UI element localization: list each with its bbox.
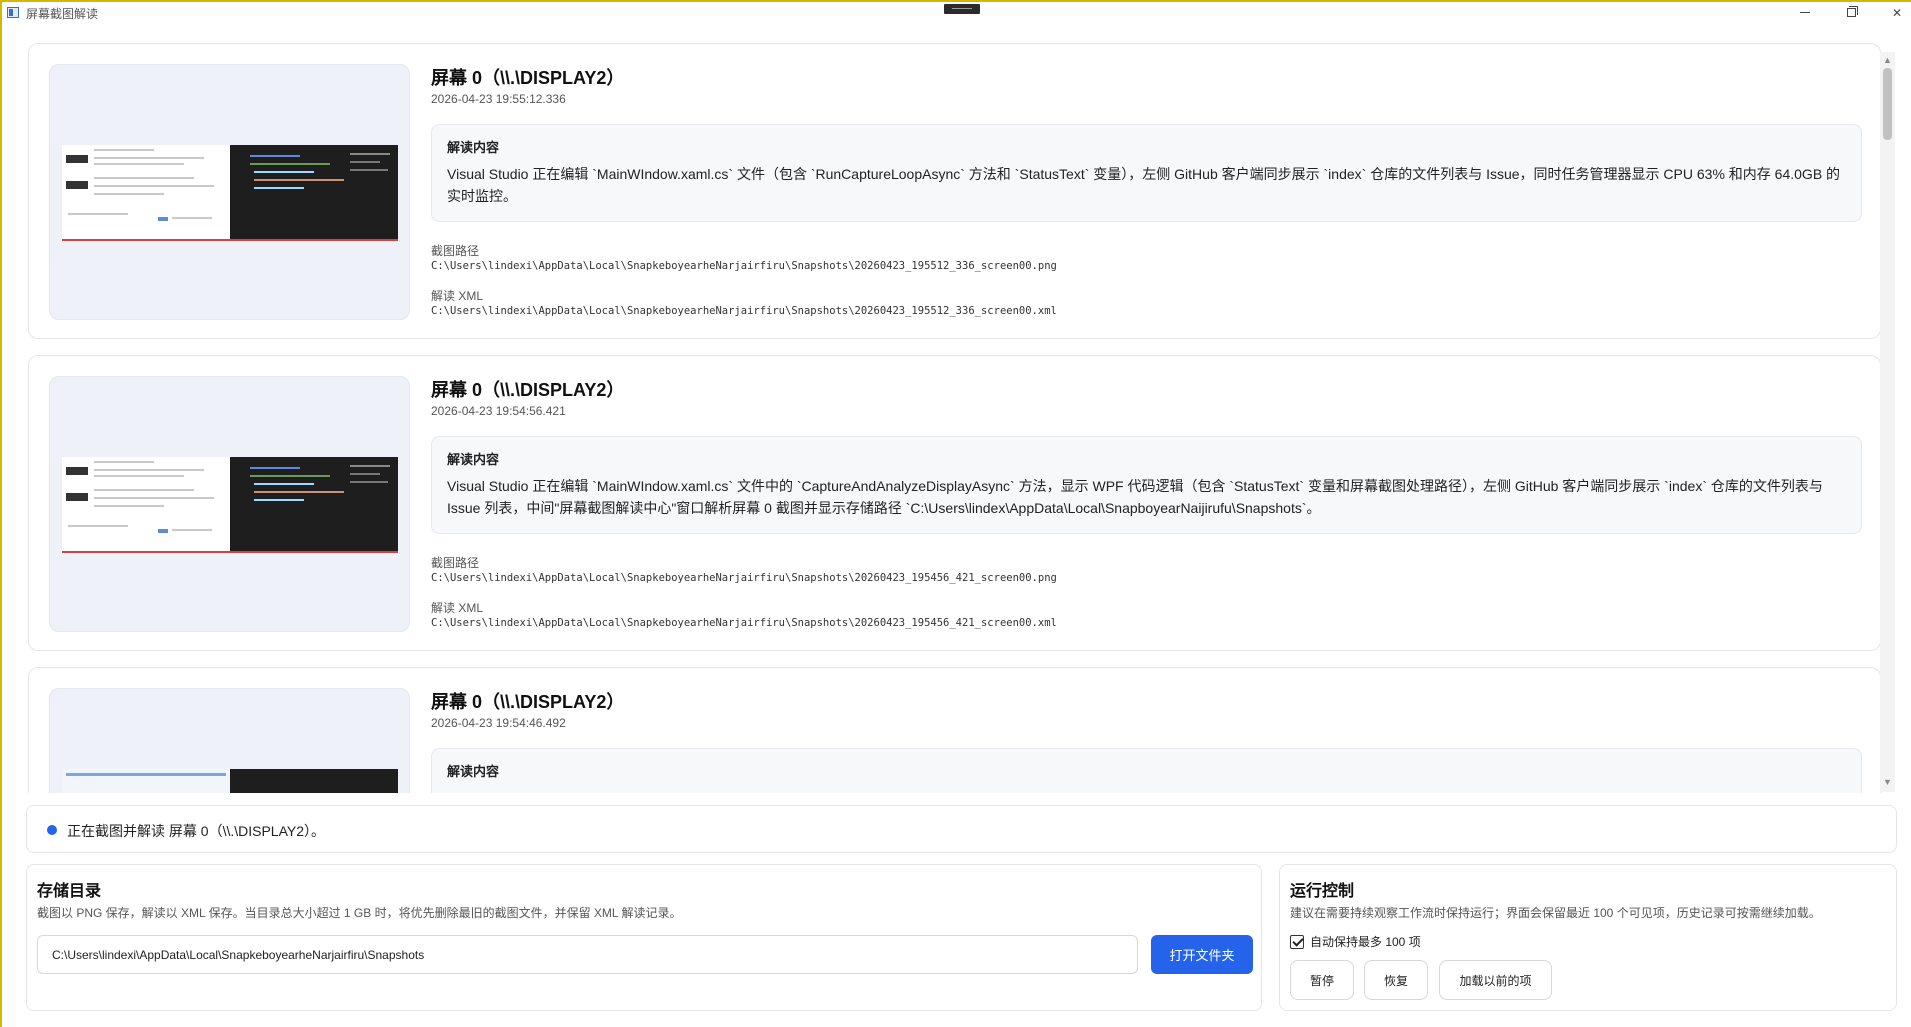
- snapshot-title: 屏幕 0（\\.\DISPLAY2）: [431, 692, 625, 712]
- title-bar[interactable]: 屏幕截图解读 ✕: [2, 2, 1911, 23]
- screenshot-path-label: 截图路径: [431, 556, 480, 570]
- screenshot-thumbnail[interactable]: [49, 688, 410, 793]
- vertical-scrollbar[interactable]: ▲ ▼: [1880, 52, 1895, 792]
- analysis-label: 解读内容: [447, 764, 500, 779]
- storage-panel: 存储目录 截图以 PNG 保存，解读以 XML 保存。当目录总大小超过 1 GB…: [26, 864, 1262, 1011]
- load-more-button[interactable]: 加载以前的项: [1439, 960, 1552, 1000]
- snapshot-card: 屏幕 0（\\.\DISPLAY2） 2026-04-23 19:55:12.3…: [28, 43, 1881, 339]
- control-title: 运行控制: [1290, 883, 1355, 900]
- snapshot-list[interactable]: 屏幕 0（\\.\DISPLAY2） 2026-04-23 19:55:12.3…: [4, 23, 1895, 793]
- close-button[interactable]: ✕: [1874, 2, 1911, 23]
- status-indicator-icon: [47, 825, 57, 835]
- chevron-up-icon[interactable]: ▲: [1880, 54, 1895, 66]
- snapshot-timestamp: 2026-04-23 19:55:12.336: [431, 92, 566, 106]
- xml-path-value: C:\Users\lindexi\AppData\Local\Snapkeboy…: [431, 305, 1057, 317]
- control-description: 建议在需要持续观察工作流时保持运行；界面会保留最近 100 个可见项，历史记录可…: [1290, 906, 1821, 920]
- snapshot-card: 屏幕 0（\\.\DISPLAY2） 2026-04-23 19:54:56.4…: [28, 355, 1881, 651]
- analysis-text: Visual Studio 正在编辑 `MainWIndow.xaml.cs` …: [447, 478, 1823, 516]
- minimize-icon: [1800, 12, 1810, 13]
- snapshot-title: 屏幕 0（\\.\DISPLAY2）: [431, 380, 625, 400]
- storage-description: 截图以 PNG 保存，解读以 XML 保存。当目录总大小超过 1 GB 时，将优…: [37, 906, 682, 920]
- resume-button[interactable]: 恢复: [1364, 960, 1428, 1000]
- pause-button[interactable]: 暂停: [1290, 960, 1354, 1000]
- maximize-icon: [1846, 6, 1858, 17]
- analysis-panel: 解读内容 Visual Studio 正在编辑 `MainWIndow.xaml…: [431, 436, 1862, 534]
- xml-path-label: 解读 XML: [431, 601, 484, 615]
- storage-title: 存储目录: [37, 883, 102, 900]
- screenshot-preview: [62, 457, 398, 553]
- open-folder-button[interactable]: 打开文件夹: [1151, 935, 1253, 974]
- analysis-panel: 解读内容 Visual Studio 正在编辑 `MainWIndow.xaml…: [431, 124, 1862, 222]
- auto-keep-checkbox[interactable]: [1290, 934, 1304, 949]
- scroll-thumb[interactable]: [1883, 68, 1892, 140]
- xml-path-value: C:\Users\lindexi\AppData\Local\Snapkeboy…: [431, 617, 1057, 629]
- app-window-icon: [7, 7, 19, 18]
- close-icon: ✕: [1891, 5, 1903, 20]
- minimize-button[interactable]: [1782, 2, 1828, 23]
- auto-keep-option[interactable]: 自动保持最多 100 项: [1290, 933, 1421, 950]
- screenshot-preview: [62, 145, 398, 241]
- screenshot-thumbnail[interactable]: [49, 376, 410, 632]
- screenshot-path-value: C:\Users\lindexi\AppData\Local\Snapkeboy…: [431, 260, 1057, 272]
- screenshot-path-label: 截图路径: [431, 244, 480, 258]
- snapshot-title: 屏幕 0（\\.\DISPLAY2）: [431, 68, 625, 88]
- auto-keep-label[interactable]: 自动保持最多 100 项: [1310, 933, 1421, 950]
- status-bar: 正在截图并解读 屏幕 0（\\.\DISPLAY2）。: [26, 805, 1897, 853]
- screenshot-path-value: C:\Users\lindexi\AppData\Local\Snapkeboy…: [431, 572, 1057, 584]
- analysis-label: 解读内容: [447, 452, 500, 467]
- snapshot-timestamp: 2026-04-23 19:54:46.492: [431, 716, 566, 730]
- storage-path-input[interactable]: [37, 935, 1138, 974]
- screenshot-preview: [62, 769, 398, 793]
- xml-path-label: 解读 XML: [431, 289, 484, 303]
- status-text: 正在截图并解读 屏幕 0（\\.\DISPLAY2）。: [67, 823, 326, 839]
- chevron-down-icon[interactable]: ▼: [1880, 776, 1895, 788]
- drag-handle[interactable]: [944, 4, 980, 14]
- analysis-panel: 解读内容: [431, 748, 1862, 793]
- app-window: 屏幕截图解读 ✕ 屏幕 0（\\.\DISPLAY2） 2026-04-23 1…: [0, 0, 1911, 1027]
- control-panel: 运行控制 建议在需要持续观察工作流时保持运行；界面会保留最近 100 个可见项，…: [1279, 864, 1897, 1011]
- window-title: 屏幕截图解读: [26, 7, 99, 21]
- analysis-text: Visual Studio 正在编辑 `MainWIndow.xaml.cs` …: [447, 166, 1841, 204]
- analysis-label: 解读内容: [447, 140, 500, 155]
- snapshot-card: 屏幕 0（\\.\DISPLAY2） 2026-04-23 19:54:46.4…: [28, 667, 1881, 793]
- maximize-button[interactable]: [1828, 2, 1874, 23]
- snapshot-timestamp: 2026-04-23 19:54:56.421: [431, 404, 566, 418]
- screenshot-thumbnail[interactable]: [49, 64, 410, 320]
